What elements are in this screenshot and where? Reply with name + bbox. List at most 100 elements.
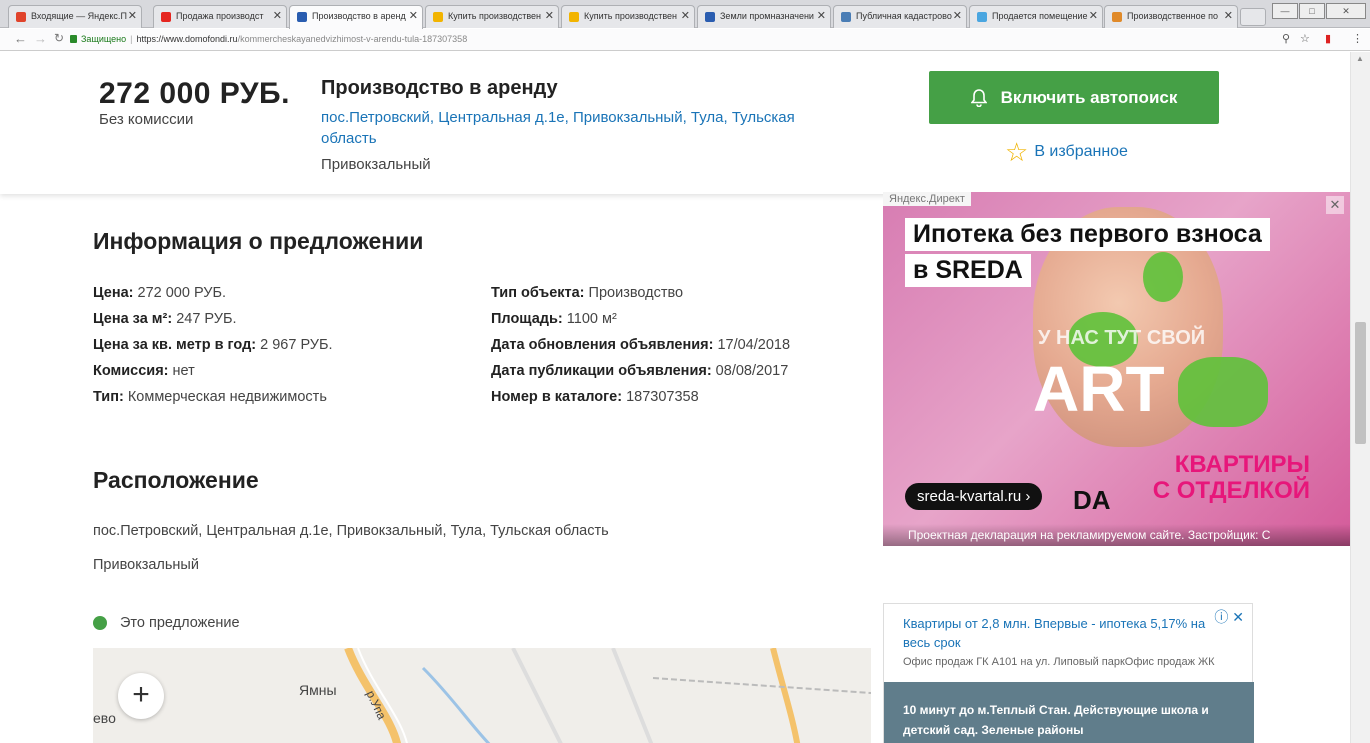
browser-tab[interactable]: Продажа производст ✕	[153, 5, 287, 28]
info-key: Площадь:	[491, 311, 563, 327]
map-roads	[344, 648, 871, 743]
tab-favicon-icon	[569, 12, 579, 22]
info-heading: Информация о предложении	[93, 228, 424, 254]
tab-close-icon[interactable]: ✕	[1089, 9, 1098, 22]
map-legend-label: Это предложение	[120, 615, 240, 631]
location-map[interactable]: + Ямны р.Упа ево	[93, 648, 871, 743]
browser-tab[interactable]: Земли промназначени ✕	[697, 5, 831, 28]
info-key: Цена:	[93, 285, 134, 301]
ad-paint-hand	[1178, 357, 1268, 427]
reload-icon[interactable]: ↻	[54, 31, 64, 45]
favorite-link[interactable]: ☆ В избранное	[1005, 139, 1128, 165]
tab-close-icon[interactable]: ✕	[273, 9, 282, 22]
tab-close-icon[interactable]: ✕	[681, 9, 690, 22]
browser-tab[interactable]: Публичная кадастрово ✕	[833, 5, 967, 28]
address-bar: ← → ↻ Защищено | https://www.domofondi.ru/…	[0, 29, 1370, 51]
tab-favicon-icon	[977, 12, 987, 22]
info-value: 2 967 РУБ.	[256, 337, 333, 353]
tab-label: Продается помещение	[992, 11, 1088, 21]
tab-close-icon[interactable]: ✕	[817, 9, 826, 22]
ad-link[interactable]: sreda-kvartal.ru ›	[905, 483, 1043, 510]
listing-header: 272 000 РУБ. Без комиссии Производство в…	[0, 52, 1350, 194]
text-ad-title[interactable]: Квартиры от 2,8 млн. Впервые - ипотека 5…	[903, 614, 1223, 652]
tab-close-icon[interactable]: ✕	[545, 9, 554, 22]
scroll-up-icon[interactable]: ▲	[1356, 54, 1364, 63]
minimize-button[interactable]: —	[1272, 3, 1298, 19]
text-ad-body: 10 минут до м.Теплый Стан. Действующие ш…	[884, 682, 1254, 743]
ad-slogan: У НАС ТУТ СВОЙ	[1038, 327, 1206, 349]
commission-note: Без комиссии	[99, 111, 194, 128]
browser-tab[interactable]: Входящие — Яндекс.П ✕	[8, 5, 142, 28]
info-row: Дата обновления объявления: 17/04/2018	[491, 332, 790, 358]
url-field[interactable]: Защищено | https://www.domofondi.ru/kommer…	[70, 31, 1310, 48]
tab-favicon-icon	[161, 12, 171, 22]
location-address: пос.Петровский, Центральная д.1е, Привок…	[93, 523, 609, 539]
text-ad-sub: Офис продаж ГК А101 на ул. Липовый паркО…	[903, 656, 1215, 668]
lock-icon	[70, 35, 77, 43]
info-column-left: Цена: 272 000 РУБ. Цена за м²: 247 РУБ. Це…	[93, 280, 333, 410]
star-icon: ☆	[1005, 137, 1029, 167]
info-value: 08/08/2017	[711, 363, 789, 379]
tab-favicon-icon	[297, 12, 307, 22]
ad-promo: КВАРТИРЫ С ОТДЕЛКОЙ	[1152, 451, 1310, 504]
text-ad[interactable]: Квартиры от 2,8 млн. Впервые - ипотека 5…	[883, 603, 1254, 743]
new-tab-button[interactable]	[1240, 8, 1266, 26]
map-label-yamny: Ямны	[299, 682, 337, 698]
extension-icon[interactable]: ▮	[1325, 32, 1331, 45]
tab-label: Публичная кадастрово	[856, 11, 952, 21]
tab-favicon-icon	[841, 12, 851, 22]
info-row: Цена за м²: 247 РУБ.	[93, 306, 333, 332]
ad-close-icon[interactable]: ✕	[1326, 196, 1344, 214]
info-value: 1100 м²	[562, 311, 617, 327]
info-value: 17/04/2018	[713, 337, 791, 353]
browser-tab-bar: Входящие — Яндекс.П ✕ Продажа производст ✕ П…	[0, 0, 1370, 29]
map-zoom-in-button[interactable]: +	[118, 673, 164, 719]
tab-favicon-icon	[433, 12, 443, 22]
tab-label: Продажа производст	[176, 11, 264, 21]
forward-icon[interactable]: →	[34, 31, 47, 46]
zoom-icon[interactable]: ⚲	[1282, 32, 1290, 45]
tab-label: Входящие — Яндекс.П	[31, 11, 127, 21]
ad-brand: DA	[1073, 485, 1111, 515]
ad-info-close-icon[interactable]: ⓘ ✕	[1214, 607, 1244, 627]
url-domain: https://www.domofondi.ru	[136, 34, 238, 44]
secure-label: Защищено	[81, 34, 127, 44]
info-key: Дата обновления объявления:	[491, 337, 714, 353]
autosearch-button[interactable]: Включить автопоиск	[929, 71, 1219, 124]
info-row: Площадь: 1100 м²	[491, 306, 790, 332]
browser-tab[interactable]: Производственное по ✕	[1104, 5, 1238, 28]
autosearch-label: Включить автопоиск	[1000, 87, 1178, 107]
bookmark-star-icon[interactable]: ☆	[1300, 32, 1310, 45]
tab-close-icon[interactable]: ✕	[1224, 9, 1233, 22]
info-key: Дата публикации объявления:	[491, 363, 712, 379]
browser-tab[interactable]: Купить производствен ✕	[425, 5, 559, 28]
info-row: Дата публикации объявления: 08/08/2017	[491, 358, 790, 384]
tab-close-icon[interactable]: ✕	[128, 9, 137, 22]
browser-tab[interactable]: Купить производствен ✕	[561, 5, 695, 28]
back-icon[interactable]: ←	[14, 31, 27, 46]
listing-price: 272 000 РУБ.	[99, 77, 290, 110]
listing-address-link[interactable]: пос.Петровский, Центральная д.1е, Привок…	[321, 107, 851, 149]
ad-banner[interactable]: Яндекс.Директ ✕ Ипотека без первого взно…	[883, 192, 1350, 546]
scrollbar-thumb[interactable]	[1355, 322, 1366, 444]
location-district: Привокзальный	[93, 557, 199, 573]
browser-tab[interactable]: Продается помещение ✕	[969, 5, 1103, 28]
close-window-button[interactable]: ✕	[1326, 3, 1366, 19]
tab-favicon-icon	[705, 12, 715, 22]
info-key: Тип объекта:	[491, 285, 585, 301]
tab-label: Купить производствен	[448, 11, 542, 21]
ad-disclaimer: Проектная декларация на рекламируемом са…	[883, 524, 1350, 546]
menu-icon[interactable]: ⋮	[1352, 32, 1363, 45]
info-row: Тип объекта: Производство	[491, 280, 790, 306]
tab-close-icon[interactable]: ✕	[409, 9, 418, 22]
maximize-button[interactable]: □	[1299, 3, 1325, 19]
info-row: Комиссия: нет	[93, 358, 333, 384]
page-scrollbar[interactable]: ▲	[1350, 52, 1370, 743]
ad-headline-2: в SREDA	[905, 254, 1031, 287]
tab-label: Земли промназначени	[720, 11, 814, 21]
browser-tab[interactable]: Производство в аренд ✕	[289, 5, 423, 29]
info-value: 187307358	[622, 389, 699, 405]
tab-close-icon[interactable]: ✕	[953, 9, 962, 22]
listing-district: Привокзальный	[321, 156, 431, 173]
location-heading: Расположение	[93, 467, 259, 493]
